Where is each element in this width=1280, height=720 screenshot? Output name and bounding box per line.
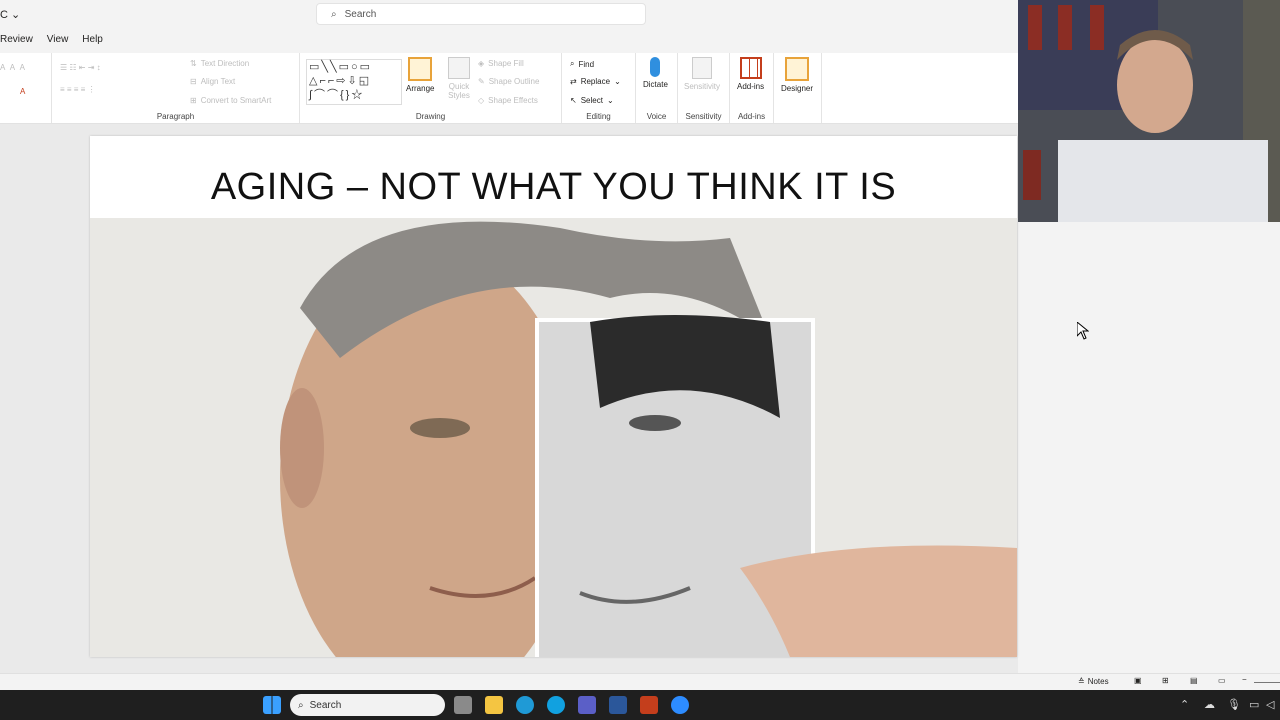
file-explorer-icon[interactable] bbox=[485, 696, 503, 714]
microphone-icon bbox=[650, 57, 661, 77]
status-bar: ≙ Notes ▣ ⊞ ▤ ▭ − bbox=[0, 673, 1280, 690]
shapes-gallery[interactable]: ▭╲╲▭○▭ △⌐⌐⇨⇩◱ ∫⌒⌒{}☆ bbox=[306, 59, 402, 105]
sensitivity-label: Sensitivity bbox=[685, 112, 722, 121]
align-buttons[interactable]: ≡ ≡ ≡ ≡ ⋮ bbox=[60, 85, 96, 94]
tab-review[interactable]: Review bbox=[0, 34, 33, 45]
text-direction-button[interactable]: ⇅ Text Direction bbox=[190, 59, 249, 68]
taskbar-search[interactable]: ⌕ Search bbox=[290, 694, 445, 716]
chevron-down-icon: ⌄ bbox=[614, 77, 621, 86]
onedrive-icon[interactable]: ☁ bbox=[1204, 698, 1215, 711]
arrange-button[interactable]: Arrange bbox=[406, 57, 434, 93]
designer-group: Designer bbox=[774, 53, 822, 123]
tab-view[interactable]: View bbox=[47, 34, 69, 45]
addins-group: Add-ins Add-ins bbox=[730, 53, 774, 123]
designer-button[interactable]: Designer bbox=[781, 57, 813, 93]
reading-view-icon[interactable]: ▤ bbox=[1190, 676, 1198, 685]
shape-outline-button[interactable]: ✎ Shape Outline bbox=[478, 77, 539, 86]
menu-tabs: Review View Help bbox=[0, 34, 103, 45]
display-icon[interactable]: ▭ bbox=[1249, 698, 1259, 711]
slide-sorter-icon[interactable]: ⊞ bbox=[1162, 676, 1169, 685]
microphone-icon[interactable]: 🎙 bbox=[1227, 698, 1241, 711]
list-buttons[interactable]: ☰ ☷ ⇤ ⇥ ↕ bbox=[60, 63, 101, 72]
aging-photo[interactable] bbox=[90, 218, 1017, 657]
align-text-button[interactable]: ⊟ Align Text bbox=[190, 77, 235, 86]
addins-label: Add-ins bbox=[737, 112, 766, 121]
dictate-button[interactable]: Dictate bbox=[643, 57, 668, 89]
zoom-slider[interactable] bbox=[1254, 682, 1280, 683]
grid-icon bbox=[739, 57, 762, 79]
addins-button[interactable]: Add-ins bbox=[737, 57, 764, 91]
editing-label: Editing bbox=[586, 112, 611, 121]
shape-effects-button[interactable]: ◇ Shape Effects bbox=[478, 96, 538, 105]
slide-canvas[interactable]: AGING – NOT WHAT YOU THINK IT IS bbox=[90, 136, 1017, 657]
normal-view-icon[interactable]: ▣ bbox=[1134, 676, 1142, 685]
slide-title[interactable]: AGING – NOT WHAT YOU THINK IT IS bbox=[90, 166, 1017, 209]
replace-icon: ⇄ bbox=[570, 77, 577, 86]
slideshow-icon[interactable]: ▭ bbox=[1218, 676, 1226, 685]
skype-icon[interactable] bbox=[547, 696, 565, 714]
sensitivity-group: Sensitivity Sensitivity bbox=[678, 53, 730, 123]
font-size-icons[interactable]: A A A bbox=[0, 63, 25, 72]
editing-group: ⌕ Find ⇄ Replace ⌄ ↖ Select ⌄ Editing bbox=[562, 53, 636, 123]
webcam-video bbox=[1018, 0, 1280, 222]
search-icon: ⌕ bbox=[570, 59, 575, 68]
task-view-icon[interactable] bbox=[454, 696, 472, 714]
word-icon[interactable] bbox=[609, 696, 627, 714]
quick-styles-button[interactable]: Quick Styles bbox=[444, 57, 474, 100]
volume-icon[interactable]: ◁ bbox=[1266, 698, 1274, 711]
search-icon: ⌕ bbox=[298, 699, 304, 711]
pen-icon: ✎ bbox=[478, 77, 485, 86]
title-bar: C ⌄ ⌕ Search bbox=[0, 0, 1018, 30]
paragraph-label: Paragraph bbox=[156, 112, 195, 121]
sensitivity-button[interactable]: Sensitivity bbox=[684, 57, 720, 91]
ribbon: A A A A ☰ ☷ ⇤ ⇥ ↕ ≡ ≡ ≡ ≡ ⋮ ⇅ Text Direct… bbox=[0, 53, 1018, 124]
zoom-out-icon[interactable]: − bbox=[1242, 675, 1247, 684]
voice-label: Voice bbox=[646, 112, 667, 121]
convert-smartart-button[interactable]: ⊞ Convert to SmartArt bbox=[190, 96, 271, 105]
replace-button[interactable]: ⇄ Replace ⌄ bbox=[570, 77, 621, 86]
font-color-icon[interactable]: A bbox=[20, 87, 25, 96]
cursor-icon: ↖ bbox=[570, 96, 577, 105]
text-direction-icon: ⇅ bbox=[190, 59, 197, 68]
search-placeholder: Search bbox=[344, 8, 377, 20]
drawing-label: Drawing bbox=[415, 112, 446, 121]
align-text-icon: ⊟ bbox=[190, 77, 197, 86]
voice-group: Dictate Voice bbox=[636, 53, 678, 123]
effects-icon: ◇ bbox=[478, 96, 485, 105]
quick-styles-icon bbox=[448, 57, 470, 79]
taskbar: ⌕ Search ⌃ ☁ 🎙 ▭ ◁ bbox=[0, 690, 1280, 720]
tab-help[interactable]: Help bbox=[82, 34, 103, 45]
sensitivity-icon bbox=[692, 57, 712, 79]
drawing-group: ▭╲╲▭○▭ △⌐⌐⇨⇩◱ ∫⌒⌒{}☆ Arrange Quick Styles … bbox=[300, 53, 562, 123]
notes-icon: ≙ bbox=[1078, 677, 1085, 686]
font-group: A A A A bbox=[0, 53, 52, 123]
designer-icon bbox=[785, 57, 809, 81]
search-input[interactable]: ⌕ Search bbox=[316, 3, 646, 25]
powerpoint-icon[interactable] bbox=[640, 696, 658, 714]
edge-icon[interactable] bbox=[516, 696, 534, 714]
windows-start-icon[interactable] bbox=[263, 696, 281, 714]
smartart-icon: ⊞ bbox=[190, 96, 197, 105]
teams-icon[interactable] bbox=[578, 696, 596, 714]
shape-fill-button[interactable]: ◈ Shape Fill bbox=[478, 59, 524, 68]
document-title[interactable]: C ⌄ bbox=[0, 8, 20, 21]
search-icon: ⌕ bbox=[331, 8, 337, 20]
notes-button[interactable]: ≙ Notes bbox=[1078, 677, 1109, 686]
paint-bucket-icon: ◈ bbox=[478, 59, 485, 68]
zoom-icon[interactable] bbox=[671, 696, 689, 714]
mouse-cursor-icon bbox=[1077, 322, 1089, 340]
find-button[interactable]: ⌕ Find bbox=[570, 59, 594, 69]
paragraph-group: ☰ ☷ ⇤ ⇥ ↕ ≡ ≡ ≡ ≡ ⋮ ⇅ Text Direction ⊟ Ali… bbox=[52, 53, 300, 123]
chevron-down-icon: ⌄ bbox=[606, 96, 614, 105]
arrange-icon bbox=[408, 57, 433, 81]
tray-chevron-up-icon[interactable]: ⌃ bbox=[1180, 698, 1189, 711]
select-button[interactable]: ↖ Select ⌄ bbox=[570, 96, 614, 105]
